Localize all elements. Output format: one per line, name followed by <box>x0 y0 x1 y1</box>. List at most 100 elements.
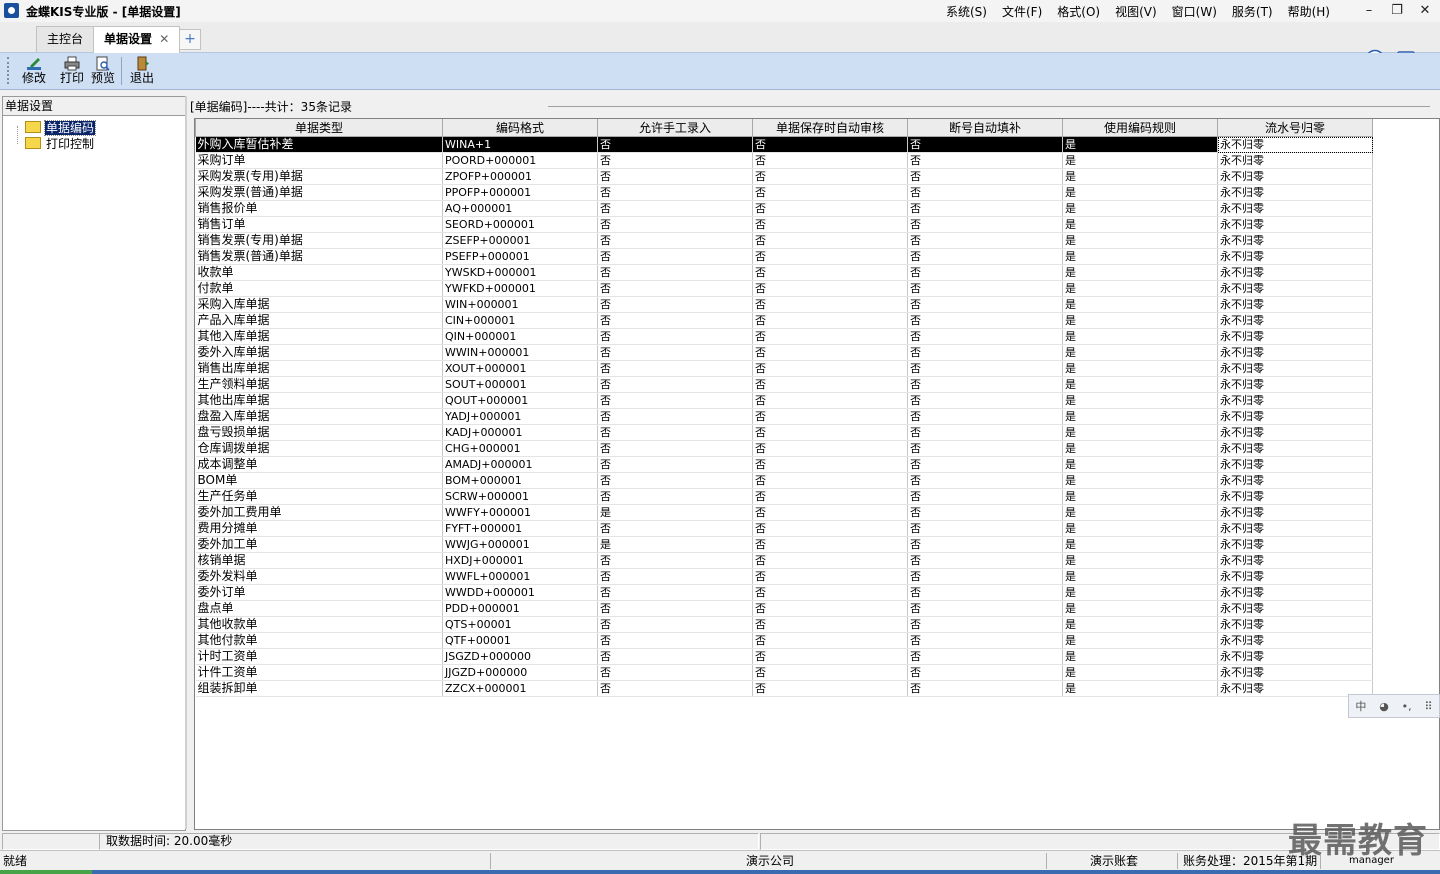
table-cell[interactable]: 否 <box>907 424 1063 441</box>
table-cell[interactable]: 委外入库单据 <box>195 344 443 361</box>
table-cell[interactable]: 是 <box>1062 360 1218 377</box>
table-cell[interactable]: ZPOFP+000001 <box>442 168 598 185</box>
column-header-use-code-rule[interactable]: 使用编码规则 <box>1062 119 1218 137</box>
table-cell[interactable]: 否 <box>597 440 753 457</box>
table-cell[interactable]: 永不归零 <box>1217 536 1373 553</box>
table-cell[interactable]: 是 <box>1062 568 1218 585</box>
table-cell[interactable]: 否 <box>752 568 908 585</box>
table-cell[interactable]: 永不归零 <box>1217 264 1373 281</box>
table-cell[interactable]: 永不归零 <box>1217 488 1373 505</box>
table-cell[interactable]: 否 <box>752 392 908 409</box>
column-header-gap-fill[interactable]: 断号自动填补 <box>907 119 1063 137</box>
table-cell[interactable]: WWDD+000001 <box>442 584 598 601</box>
table-cell[interactable]: WWFY+000001 <box>442 504 598 521</box>
tab-main-console[interactable]: 主控台 <box>36 26 95 52</box>
table-cell[interactable]: SOUT+000001 <box>442 376 598 393</box>
column-header-auto-audit[interactable]: 单据保存时自动审核 <box>752 119 908 137</box>
table-cell[interactable]: 是 <box>1062 680 1218 697</box>
table-cell[interactable]: 否 <box>597 680 753 697</box>
table-cell[interactable]: 否 <box>752 376 908 393</box>
table-row[interactable]: 销售发票(专用)单据 ZSEFP+000001 否否否是永不归零 <box>195 232 1373 249</box>
table-cell[interactable]: 永不归零 <box>1217 472 1373 489</box>
table-cell[interactable]: 永不归零 <box>1217 408 1373 425</box>
table-cell[interactable]: ZSEFP+000001 <box>442 232 598 249</box>
table-row[interactable]: 其他入库单据 QIN+000001 否否否是永不归零 <box>195 328 1373 345</box>
table-row[interactable]: 采购发票(专用)单据 ZPOFP+000001 否否否是永不归零 <box>195 168 1373 185</box>
table-cell[interactable]: 其他收款单 <box>195 616 443 633</box>
table-cell[interactable]: 否 <box>907 328 1063 345</box>
table-cell[interactable]: 是 <box>1062 584 1218 601</box>
table-cell[interactable]: 永不归零 <box>1217 616 1373 633</box>
table-cell[interactable]: 永不归零 <box>1217 312 1373 329</box>
table-cell[interactable]: 否 <box>752 456 908 473</box>
table-cell[interactable]: 是 <box>1062 136 1218 153</box>
table-cell[interactable]: PDD+000001 <box>442 600 598 617</box>
table-cell[interactable]: 否 <box>597 456 753 473</box>
table-cell[interactable]: 否 <box>752 520 908 537</box>
table-cell[interactable]: 否 <box>907 344 1063 361</box>
table-cell[interactable]: 否 <box>752 296 908 313</box>
table-cell[interactable]: 是 <box>1062 184 1218 201</box>
print-button[interactable]: 打印 <box>58 55 86 87</box>
table-cell[interactable]: 否 <box>907 232 1063 249</box>
table-row[interactable]: 其他出库单据 QOUT+000001 否否否是永不归零 <box>195 392 1373 409</box>
table-row[interactable]: 委外加工单 WWJG+000001 是否否是永不归零 <box>195 536 1373 553</box>
menu-view[interactable]: 视图(V) <box>1115 3 1157 20</box>
table-cell[interactable]: 否 <box>752 344 908 361</box>
table-cell[interactable]: 否 <box>597 168 753 185</box>
table-row[interactable]: 盘盈入库单据 YADJ+000001 否否否是永不归零 <box>195 408 1373 425</box>
table-cell[interactable]: 否 <box>597 344 753 361</box>
table-row[interactable]: 盘亏毁损单据 KADJ+000001 否否否是永不归零 <box>195 424 1373 441</box>
table-cell[interactable]: BOM+000001 <box>442 472 598 489</box>
table-cell[interactable]: 是 <box>1062 440 1218 457</box>
table-cell[interactable]: YWFKD+000001 <box>442 280 598 297</box>
table-cell[interactable]: WWIN+000001 <box>442 344 598 361</box>
table-cell[interactable]: 否 <box>597 648 753 665</box>
close-window-button[interactable]: ✕ <box>1412 1 1438 21</box>
table-cell[interactable]: 否 <box>907 408 1063 425</box>
column-header-code-format[interactable]: 编码格式 <box>442 119 598 137</box>
table-cell[interactable]: 产品入库单据 <box>195 312 443 329</box>
table-cell[interactable]: 采购发票(普通)单据 <box>195 184 443 201</box>
column-header-document-type[interactable]: 单据类型 <box>195 119 443 137</box>
table-cell[interactable]: 生产领料单据 <box>195 376 443 393</box>
table-row[interactable]: 委外入库单据 WWIN+000001 否否否是永不归零 <box>195 344 1373 361</box>
table-cell[interactable]: 否 <box>597 200 753 217</box>
table-cell[interactable]: 是 <box>1062 600 1218 617</box>
table-cell[interactable]: 永不归零 <box>1217 456 1373 473</box>
table-cell[interactable]: 否 <box>597 568 753 585</box>
table-cell[interactable]: 否 <box>752 648 908 665</box>
table-cell[interactable]: 否 <box>907 584 1063 601</box>
table-cell[interactable]: QOUT+000001 <box>442 392 598 409</box>
table-cell[interactable]: 否 <box>597 232 753 249</box>
table-cell[interactable]: 是 <box>1062 424 1218 441</box>
table-row[interactable]: 生产任务单 SCRW+000001 否否否是永不归零 <box>195 488 1373 505</box>
table-row[interactable]: 组装拆卸单 ZZCX+000001 否否否是永不归零 <box>195 680 1373 697</box>
table-cell[interactable]: 否 <box>752 440 908 457</box>
table-cell[interactable]: YADJ+000001 <box>442 408 598 425</box>
table-cell[interactable]: 付款单 <box>195 280 443 297</box>
table-cell[interactable]: 否 <box>907 680 1063 697</box>
table-cell[interactable]: 永不归零 <box>1217 648 1373 665</box>
table-cell[interactable]: 否 <box>597 664 753 681</box>
table-cell[interactable]: HXDJ+000001 <box>442 552 598 569</box>
table-row[interactable]: 销售订单 SEORD+000001 否否否是永不归零 <box>195 216 1373 233</box>
table-cell[interactable]: KADJ+000001 <box>442 424 598 441</box>
table-cell[interactable]: 否 <box>907 456 1063 473</box>
table-cell[interactable]: 否 <box>752 600 908 617</box>
table-cell[interactable]: 永不归零 <box>1217 392 1373 409</box>
table-cell[interactable]: 永不归零 <box>1217 600 1373 617</box>
table-cell[interactable]: 否 <box>907 184 1063 201</box>
table-cell[interactable]: 永不归零 <box>1217 136 1373 153</box>
table-cell[interactable]: 否 <box>752 536 908 553</box>
menu-file[interactable]: 文件(F) <box>1002 3 1042 20</box>
table-cell[interactable]: 收款单 <box>195 264 443 281</box>
table-cell[interactable]: 是 <box>1062 248 1218 265</box>
table-cell[interactable]: 否 <box>597 216 753 233</box>
table-cell[interactable]: 永不归零 <box>1217 344 1373 361</box>
table-cell[interactable]: WWJG+000001 <box>442 536 598 553</box>
column-header-serial-reset[interactable]: 流水号归零 <box>1217 119 1373 137</box>
table-cell[interactable]: 否 <box>907 360 1063 377</box>
table-row[interactable]: 产品入库单据 CIN+000001 否否否是永不归零 <box>195 312 1373 329</box>
table-cell[interactable]: 否 <box>752 664 908 681</box>
